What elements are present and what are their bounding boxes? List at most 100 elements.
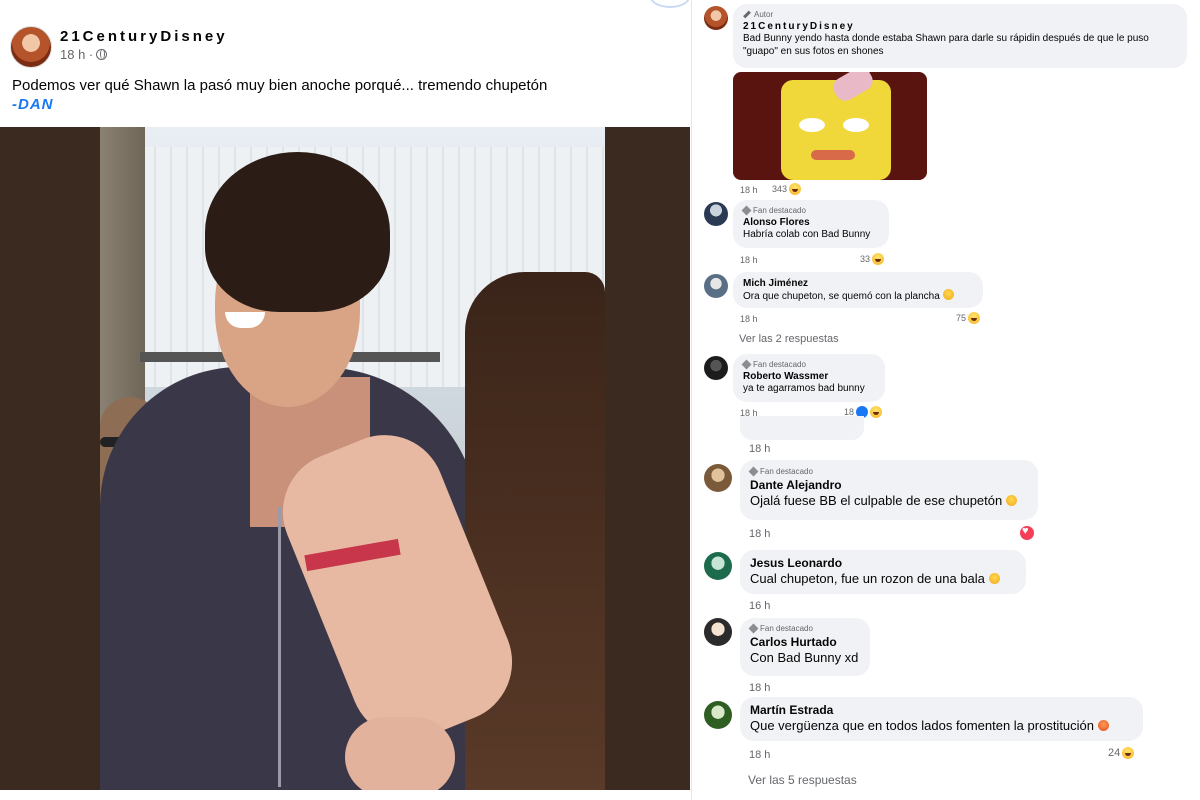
comment-text: Con Bad Bunny xd [750, 650, 859, 665]
facebook-post: 21CenturyDisney 18 h · Podemos ver qué S… [0, 0, 690, 800]
diamond-icon [741, 205, 752, 216]
comment-time[interactable]: 18 h [749, 528, 770, 540]
commenter-name[interactable]: Mich Jiménez [743, 278, 973, 289]
badge-label: Autor [754, 10, 774, 19]
comment-text-content: Cual chupeton, fue un rozon de una bala [750, 571, 985, 586]
comment-text: Bad Bunny yendo hasta donde estaba Shawn… [743, 33, 1149, 57]
photo-zipper [278, 507, 281, 787]
commenter-name[interactable]: 21CenturyDisney [743, 21, 1177, 32]
comment-bubble: Fan destacado Dante Alejandro Ojalá fues… [740, 460, 1038, 520]
post-signature: -DAN [12, 96, 54, 113]
post-photo-frame[interactable] [0, 127, 690, 790]
comment-bubble: Martín Estrada Que vergüenza que en todo… [740, 697, 1143, 741]
reaction-count: 24 [1108, 747, 1121, 759]
badge-label: Fan destacado [760, 467, 813, 476]
reaction-count: 343 [772, 184, 788, 194]
crying-emoji-icon [1005, 495, 1017, 506]
author-badge: Autor [743, 10, 1177, 19]
comment-bubble: Fan destacado Carlos Hurtado Con Bad Bun… [740, 618, 870, 676]
laughing-emoji-icon [988, 573, 1000, 584]
commenter-avatar[interactable] [704, 552, 732, 580]
comment-reactions[interactable]: 75 [956, 312, 981, 324]
commenter-name[interactable]: Carlos Hurtado [750, 635, 860, 649]
meme-eye-left [799, 118, 825, 132]
comment-text: Ora que chupeton, se quemó con la planch… [743, 289, 973, 303]
commenter-name[interactable]: Roberto Wassmer [743, 371, 875, 382]
haha-reaction-icon [968, 312, 981, 324]
comment-item: Martín Estrada Que vergüenza que en todo… [692, 697, 1200, 800]
comment-bubble: Jesus Leonardo Cual chupeton, fue un roz… [740, 550, 1026, 594]
commenter-name[interactable]: Martín Estrada [750, 703, 1133, 717]
commenter-avatar[interactable] [704, 274, 728, 298]
comment-time[interactable]: 18 h [749, 682, 770, 694]
post-photo[interactable] [100, 127, 605, 790]
reaction-count: 33 [860, 254, 871, 264]
post-timestamp[interactable]: 18 h · [60, 47, 228, 62]
page-name[interactable]: 21CenturyDisney [60, 28, 228, 45]
commenter-avatar[interactable] [704, 6, 728, 30]
commenter-name[interactable]: Dante Alejandro [750, 478, 1028, 492]
laughing-emoji-icon [942, 289, 954, 300]
comment-time[interactable]: 16 h [749, 600, 770, 612]
commenter-avatar[interactable] [704, 701, 732, 729]
comment-bubble: Autor 21CenturyDisney Bad Bunny yendo ha… [733, 4, 1187, 68]
commenter-avatar[interactable] [704, 202, 728, 226]
comment-item: Fan destacado Dante Alejandro Ojalá fues… [692, 460, 1200, 544]
comment-text-content: Ora que chupeton, se quemó con la planch… [743, 291, 940, 302]
comments-panel: Autor 21CenturyDisney Bad Bunny yendo ha… [691, 0, 1200, 800]
commenter-name[interactable]: Alonso Flores [743, 217, 879, 228]
comment-item: Mich Jiménez Ora que chupeton, se quemó … [692, 270, 1200, 352]
post-header: 21CenturyDisney 18 h · [10, 26, 228, 68]
meme-eye-right [843, 118, 869, 132]
fan-badge: Fan destacado [741, 359, 875, 370]
comment-reactions[interactable] [1020, 525, 1034, 540]
badge-label: Fan destacado [760, 624, 813, 633]
view-replies-link[interactable]: Ver las 2 respuestas [739, 333, 839, 345]
photo-woman-hair [465, 272, 605, 790]
badge-label: Fan destacado [753, 360, 806, 369]
comment-item: Jesus Leonardo Cual chupeton, fue un roz… [692, 550, 1200, 616]
comment-item: Autor 21CenturyDisney Bad Bunny yendo ha… [692, 0, 1200, 200]
comment-item: Fan destacado Alonso Flores Habría colab… [692, 200, 1200, 270]
commenter-avatar[interactable] [704, 356, 728, 380]
globe-icon [96, 49, 108, 60]
commenter-name[interactable]: Jesus Leonardo [750, 556, 1016, 570]
fan-badge: Fan destacado [748, 623, 860, 634]
partial-comment-bubble [740, 416, 864, 440]
commenter-avatar[interactable] [704, 464, 732, 492]
meme-mouth [811, 150, 855, 160]
post-time-text: 18 h · [60, 47, 94, 62]
photo-hand [345, 717, 455, 790]
comment-text-content: Que vergüenza que en todos lados fomente… [750, 718, 1095, 733]
comment-text: Ojalá fuese BB el culpable de ese chupet… [750, 492, 1028, 509]
comment-time[interactable]: 18 h [740, 314, 758, 324]
pen-icon [743, 10, 751, 19]
commenter-avatar[interactable] [704, 618, 732, 646]
comment-reactions[interactable]: 33 [860, 253, 885, 265]
angry-emoji-icon [1097, 720, 1109, 731]
comment-reactions[interactable]: 343 [772, 183, 802, 195]
haha-reaction-icon [789, 183, 802, 195]
view-replies-link[interactable]: Ver las 5 respuestas [748, 773, 857, 787]
comment-bubble: Mich Jiménez Ora que chupeton, se quemó … [733, 272, 983, 308]
comment-time[interactable]: 18 h [749, 443, 770, 455]
corner-bubble-decoration [650, 0, 690, 8]
comment-time[interactable]: 18 h [749, 749, 770, 761]
badge-label: Fan destacado [753, 206, 806, 215]
comment-bubble: Fan destacado Roberto Wassmer ya te agar… [733, 354, 885, 402]
post-meta: 21CenturyDisney 18 h · [60, 28, 228, 62]
page-avatar[interactable] [10, 26, 52, 68]
comment-item: Fan destacado Carlos Hurtado Con Bad Bun… [692, 618, 1200, 696]
comment-text: ya te agarramos bad bunny [743, 383, 865, 394]
diamond-icon [748, 623, 759, 634]
comment-time[interactable]: 18 h [740, 185, 758, 195]
comment-meme-image[interactable] [733, 72, 927, 180]
haha-reaction-icon [1122, 747, 1135, 759]
heart-reaction-icon [1020, 525, 1034, 540]
haha-reaction-icon [872, 253, 885, 265]
comment-time[interactable]: 18 h [740, 255, 758, 265]
post-text: Podemos ver qué Shawn la pasó muy bien a… [12, 77, 548, 94]
photo-hair [205, 152, 390, 312]
comment-reactions[interactable]: 24 [1108, 747, 1135, 759]
comment-item: Fan destacado Roberto Wassmer ya te agar… [692, 352, 1200, 422]
